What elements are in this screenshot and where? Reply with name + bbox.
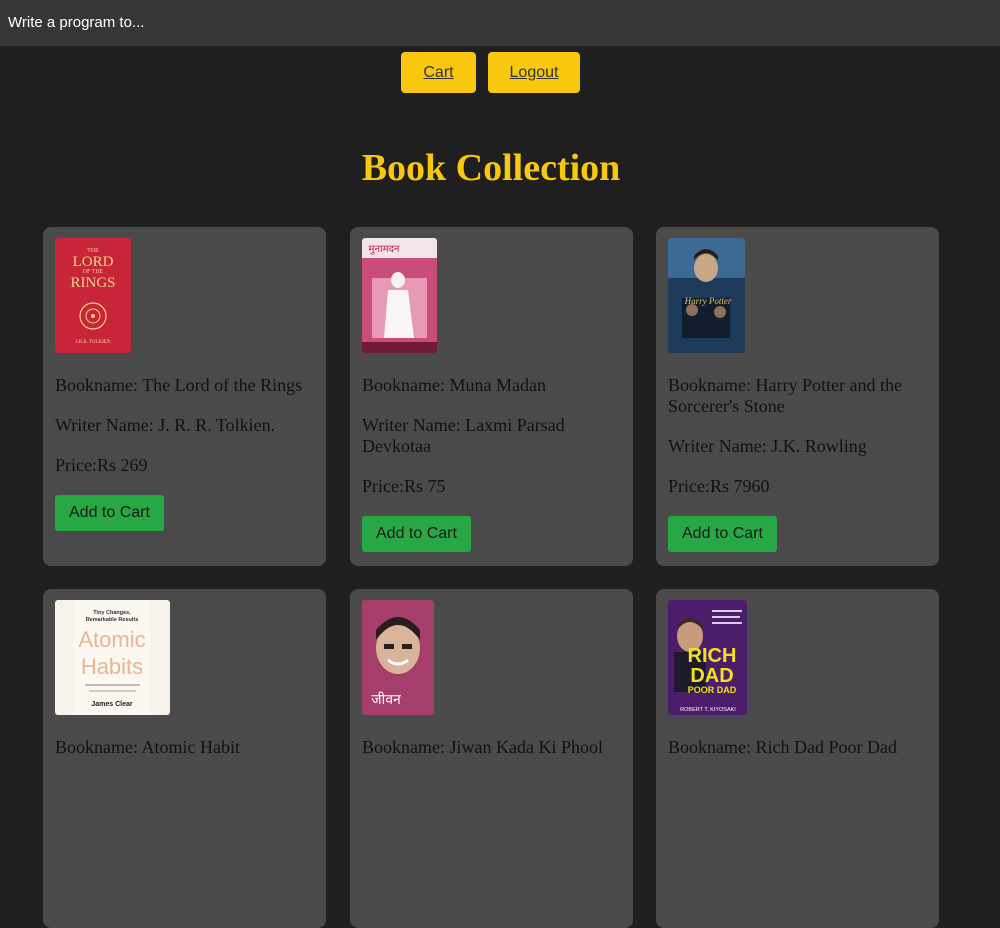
svg-text:James Clear: James Clear [91, 701, 133, 708]
writer-name: Writer Name: J.K. Rowling [668, 436, 867, 456]
book-name: Bookname: Jiwan Kada Ki Phool [362, 737, 603, 757]
svg-text:LORD: LORD [73, 254, 114, 270]
book-cover-image: Harry Potter [668, 238, 745, 353]
svg-text:RICH: RICH [688, 645, 737, 667]
book-card: जीवन Bookname: Jiwan Kada Ki Phool [350, 589, 633, 928]
book-name: Bookname: The Lord of the Rings [55, 375, 303, 395]
add-to-cart-button[interactable]: Add to Cart [668, 516, 777, 552]
svg-text:POOR DAD: POOR DAD [688, 685, 737, 695]
writer-name: Writer Name: J. R. R. Tolkien. [55, 415, 276, 435]
book-price: Price:Rs 75 [362, 476, 446, 496]
book-name: Bookname: Muna Madan [362, 375, 546, 395]
svg-text:Atomic: Atomic [78, 627, 145, 652]
book-card: THE LORD OF THE RINGS J.R.R. TOLKIEN Boo… [43, 227, 326, 566]
book-name: Bookname: Atomic Habit [55, 737, 240, 757]
book-card: मुनामदन Bookname: Muna Madan Writer Name… [350, 227, 633, 566]
book-name: Bookname: Rich Dad Poor Dad [668, 737, 897, 757]
book-card: RICH DAD POOR DAD ROBERT T. KIYOSAKI Boo… [656, 589, 939, 928]
svg-text:Remarkable Results: Remarkable Results [86, 617, 139, 623]
book-cover-image: मुनामदन [362, 238, 437, 353]
add-to-cart-button[interactable]: Add to Cart [362, 516, 471, 552]
logout-button[interactable]: Logout [488, 52, 580, 93]
svg-text:J.R.R. TOLKIEN: J.R.R. TOLKIEN [75, 340, 110, 345]
portrait-icon [376, 617, 420, 674]
window-title: Write a program to... [8, 14, 145, 31]
book-price: Price:Rs 269 [55, 455, 148, 475]
writer-name: Writer Name: Laxmi Parsad Devkotaa [362, 415, 565, 456]
book-name: Bookname: Harry Potter and the Sorcerer'… [668, 375, 902, 416]
window-title-bar: Write a program to... [0, 0, 1000, 46]
page-title: Book Collection [361, 147, 621, 189]
book-cover-image: जीवन [362, 600, 434, 715]
book-cover-image: THE LORD OF THE RINGS J.R.R. TOLKIEN [55, 238, 131, 353]
svg-text:Habits: Habits [81, 654, 143, 679]
svg-text:ROBERT T. KIYOSAKI: ROBERT T. KIYOSAKI [680, 707, 736, 713]
book-cover-image: Tiny Changes, Remarkable Results Atomic … [55, 600, 170, 715]
svg-text:जीवन: जीवन [371, 691, 401, 708]
book-cover-image: RICH DAD POOR DAD ROBERT T. KIYOSAKI [668, 600, 747, 715]
svg-text:Tiny Changes,: Tiny Changes, [93, 610, 131, 616]
book-card: Tiny Changes, Remarkable Results Atomic … [43, 589, 326, 928]
book-card: Harry Potter Bookname: Harry Potter and … [656, 227, 939, 566]
add-to-cart-button[interactable]: Add to Cart [55, 495, 164, 531]
svg-text:DAD: DAD [690, 665, 733, 687]
cart-button[interactable]: Cart [401, 52, 476, 93]
svg-text:RINGS: RINGS [70, 275, 115, 291]
book-price: Price:Rs 7960 [668, 476, 770, 496]
svg-text:मुनामदन: मुनामदन [369, 244, 400, 255]
svg-text:Harry Potter: Harry Potter [684, 296, 732, 306]
